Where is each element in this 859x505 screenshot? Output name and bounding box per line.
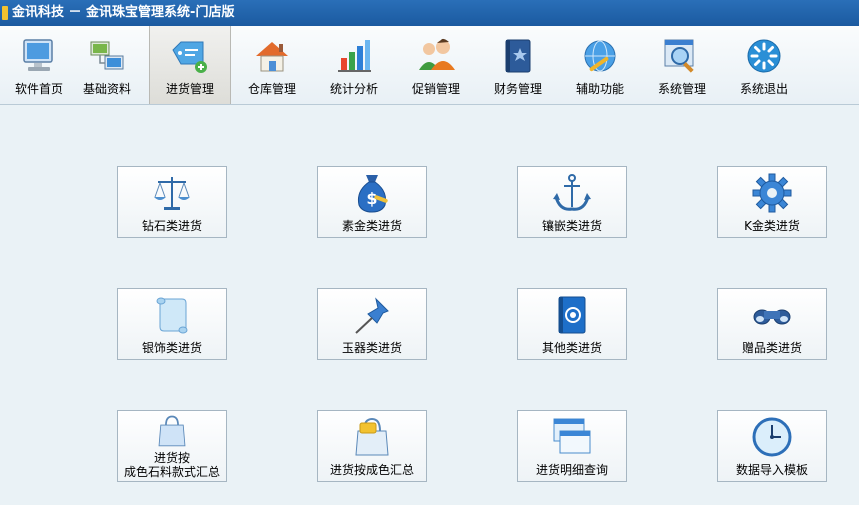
tile-label: 其他类进货 (541, 341, 602, 355)
tile-label: 镶嵌类进货 (541, 219, 602, 233)
toolbar-item-warehouse[interactable]: 仓库管理 (231, 26, 313, 104)
bar-chart-icon (338, 40, 371, 72)
tile-summary-by-purity[interactable]: 进货按成色汇总 (317, 410, 427, 482)
people-icon (419, 38, 455, 70)
toolbar-label: 基础资料 (82, 82, 131, 96)
toolbar-item-exit[interactable]: 系统退出 (723, 26, 805, 104)
tile-label: 素金类进货 (341, 219, 402, 233)
toolbar-label: 仓库管理 (247, 82, 296, 96)
pushpin-icon (355, 297, 389, 334)
toolbar-item-statistics[interactable]: 统计分析 (313, 26, 395, 104)
toolbar-item-purchase[interactable]: 进货管理 (149, 26, 231, 104)
tile-label: K金类进货 (744, 219, 800, 233)
toolbar-label: 系统退出 (739, 82, 788, 96)
tile-label: 赠品类进货 (741, 341, 802, 355)
tile-summary-by-purity-stone-style[interactable]: 进货按 成色石料款式汇总 (117, 410, 227, 482)
loading-exit-icon (747, 39, 781, 73)
app-icon (2, 6, 8, 20)
tile-label: 进货按成色汇总 (329, 463, 414, 477)
tile-label-line2: 成色石料款式汇总 (123, 465, 220, 479)
tile-label: 玉器类进货 (341, 341, 402, 355)
toolbar-item-basic-data[interactable]: 基础资料 (66, 26, 148, 104)
house-icon (256, 42, 288, 72)
tile-kgold-purchase[interactable]: K金类进货 (717, 166, 827, 238)
magnifier-window-icon (664, 39, 694, 73)
tile-gift-purchase[interactable]: 赠品类进货 (717, 288, 827, 360)
monitor-icon (23, 39, 53, 71)
shopping-bag-icon (158, 415, 186, 447)
tile-label: 银饰类进货 (141, 341, 202, 355)
binoculars-icon (753, 309, 791, 325)
main-toolbar: 软件首页 基础资料 进货管理 仓库管理 统计分析 促销管理 财务管理 辅助功能 … (0, 26, 859, 105)
address-book-icon (558, 296, 586, 334)
tile-inlay-purchase[interactable]: 镶嵌类进货 (517, 166, 627, 238)
network-computers-icon (90, 41, 124, 70)
tile-label: 数据导入模板 (735, 463, 808, 477)
price-tag-add-icon (172, 41, 207, 73)
window-title: 金讯科技 － 金讯珠宝管理系统-门店版 (12, 5, 235, 20)
toolbar-label: 财务管理 (493, 82, 542, 96)
tile-label: 进货明细查询 (535, 463, 608, 477)
money-bag-icon: $ (358, 175, 388, 213)
gear-icon (752, 173, 792, 213)
toolbar-item-promotion[interactable]: 促销管理 (395, 26, 477, 104)
toolbar-label: 促销管理 (411, 82, 460, 96)
toolbar-label: 进货管理 (165, 82, 214, 96)
globe-tools-icon (584, 40, 616, 72)
tile-label: 进货按 成色石料款式汇总 (118, 451, 226, 479)
shopping-bag-gold-icon (355, 417, 389, 456)
toolbar-label: 系统管理 (657, 82, 706, 96)
tile-diamond-purchase[interactable]: 钻石类进货 (117, 166, 227, 238)
book-star-icon (505, 39, 531, 73)
window-titlebar: 金讯科技 － 金讯珠宝管理系统-门店版 (0, 0, 859, 26)
tile-import-template[interactable]: 数据导入模板 (717, 410, 827, 482)
toolbar-item-finance[interactable]: 财务管理 (477, 26, 559, 104)
clock-icon (752, 417, 792, 457)
tile-label: 钻石类进货 (141, 219, 202, 233)
tile-other-purchase[interactable]: 其他类进货 (517, 288, 627, 360)
anchor-icon (553, 174, 591, 211)
tile-jade-purchase[interactable]: 玉器类进货 (317, 288, 427, 360)
scroll-icon (156, 297, 188, 334)
toolbar-label: 辅助功能 (575, 82, 624, 96)
toolbar-label: 统计分析 (329, 82, 378, 96)
tile-gold-purchase[interactable]: $ 素金类进货 (317, 166, 427, 238)
windows-stack-icon (553, 418, 591, 454)
tile-silver-purchase[interactable]: 银饰类进货 (117, 288, 227, 360)
scales-icon (154, 177, 190, 210)
tile-detail-query[interactable]: 进货明细查询 (517, 410, 627, 482)
tile-label-line1: 进货按 (153, 451, 190, 465)
toolbar-item-auxiliary[interactable]: 辅助功能 (559, 26, 641, 104)
toolbar-item-system[interactable]: 系统管理 (641, 26, 723, 104)
